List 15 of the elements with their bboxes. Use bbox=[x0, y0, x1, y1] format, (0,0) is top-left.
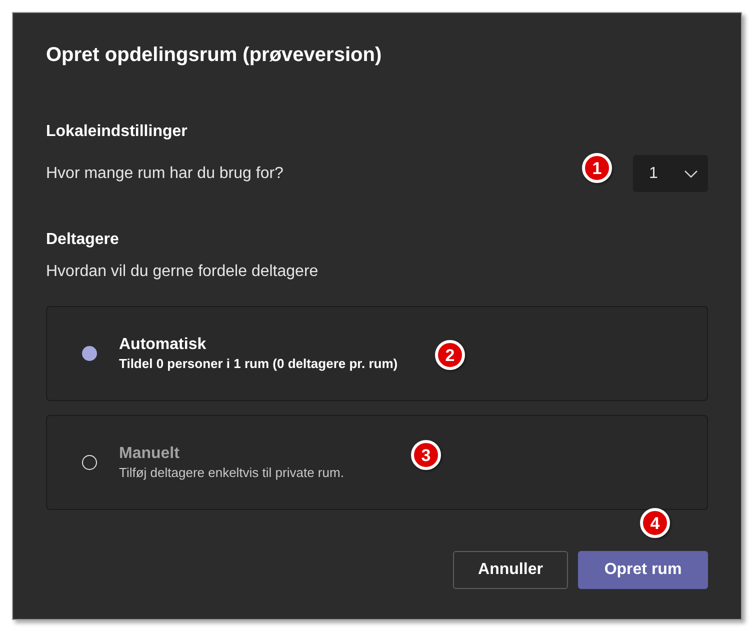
question-text: Hvordan vil du gerne fordele deltagere bbox=[46, 262, 320, 282]
chevron-down-icon bbox=[684, 170, 698, 178]
create-button[interactable]: Opret rum bbox=[578, 551, 708, 589]
option-title: Manuelt bbox=[119, 444, 180, 464]
radio-button[interactable] bbox=[82, 455, 97, 470]
question-text: Hvor mange rum har du brug for? bbox=[46, 164, 284, 184]
cancel-button[interactable]: Annuller bbox=[453, 551, 568, 589]
room-count-dropdown[interactable]: 1 bbox=[633, 155, 708, 192]
option-description: Tildel 0 personer i 1 rum (0 deltagere pr. rum) bbox=[119, 355, 398, 373]
dialog-title: Opret opdelingsrum (prøveversion) bbox=[46, 43, 383, 68]
option-description: Tilføj deltagere enkeltvis til private rum. bbox=[119, 464, 344, 482]
section-heading: Deltagere bbox=[46, 230, 120, 250]
section-heading: Lokaleindstillinger bbox=[46, 122, 188, 142]
option-title: Automatisk bbox=[119, 335, 208, 355]
radio-button[interactable] bbox=[82, 346, 97, 361]
